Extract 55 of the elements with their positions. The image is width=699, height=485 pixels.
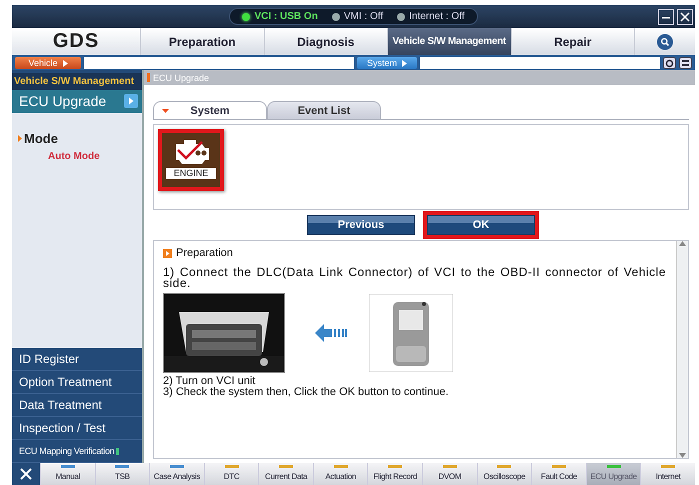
arrow-icon (163, 248, 172, 258)
bullet-icon (18, 134, 22, 142)
previous-button[interactable]: Previous (307, 215, 415, 235)
play-arrow-icon (402, 60, 408, 67)
toolbar-button[interactable]: Flight Record (368, 463, 422, 485)
toolbar-button[interactable]: Current Data (259, 463, 313, 485)
search-icon[interactable] (657, 34, 673, 50)
caret-icon (162, 109, 169, 113)
instruction-heading: Preparation (176, 247, 233, 259)
sidebar-header[interactable]: ECU Upgrade (12, 90, 142, 113)
toolbar-button[interactable]: Actuation (314, 463, 368, 485)
breadcrumb-marker (147, 73, 150, 82)
vehicle-field[interactable] (84, 56, 354, 68)
mode-label: Mode (24, 130, 58, 146)
engine-system-tile[interactable]: ENGINE (158, 129, 224, 191)
nav-tab[interactable]: Vehicle S/W Management (387, 28, 510, 55)
instruction-step: 3) Check the system then, Click the OK button to continue. (163, 387, 666, 398)
scrollbar[interactable] (676, 241, 688, 458)
tools-icon (19, 467, 33, 481)
toolbar-button[interactable]: DVOM (423, 463, 477, 485)
toolbar-button[interactable]: Oscilloscope (478, 463, 532, 485)
instruction-step: 2) Turn on VCI unit (163, 376, 666, 387)
toolbar-button[interactable]: DTC (204, 463, 258, 485)
tools-button[interactable] (12, 463, 40, 485)
nav-tab[interactable]: Repair (510, 28, 634, 55)
section-title: Vehicle S/W Management (12, 73, 142, 90)
status-label: VMI : Off (344, 11, 384, 22)
mode-item[interactable]: Auto Mode (48, 150, 100, 162)
nav-tab[interactable]: Diagnosis (264, 28, 387, 55)
minimize-button[interactable] (658, 9, 674, 25)
breadcrumb: ECU Upgrade (153, 72, 210, 82)
system-field[interactable] (420, 56, 660, 68)
toolbar-button[interactable]: TSB (96, 463, 150, 485)
toolbar-button[interactable]: Case Analysis (150, 463, 204, 485)
status-label: VCI : USB On (254, 11, 318, 22)
nav-tab[interactable]: Preparation (140, 28, 264, 55)
close-button[interactable] (677, 9, 693, 25)
left-arrow-icon (315, 324, 347, 342)
scroll-down-icon[interactable] (679, 453, 686, 458)
window-icon[interactable] (679, 56, 692, 68)
vehicle-button[interactable]: Vehicle (15, 56, 81, 68)
camera-icon[interactable] (663, 56, 676, 68)
tab[interactable]: Event List (267, 101, 381, 119)
instruction-step: 1) Connect the DLC(Data Link Connector) of VCI to the OBD-II connector of Vehicle side. (163, 267, 666, 289)
scroll-up-icon[interactable] (679, 241, 686, 246)
tab[interactable]: System (153, 101, 267, 119)
toolbar-button[interactable]: Fault Code (532, 463, 586, 485)
logo: GDS (12, 28, 140, 55)
close-icon (680, 12, 690, 22)
sidebar-title: ECU Upgrade (19, 93, 106, 110)
toolbar-button[interactable]: ECU Upgrade (586, 463, 640, 485)
play-arrow-icon (62, 60, 68, 67)
toolbar-button[interactable]: Manual (41, 463, 95, 485)
toolbar-button[interactable]: Internet (641, 463, 695, 485)
status-label: Internet : Off (409, 11, 465, 22)
